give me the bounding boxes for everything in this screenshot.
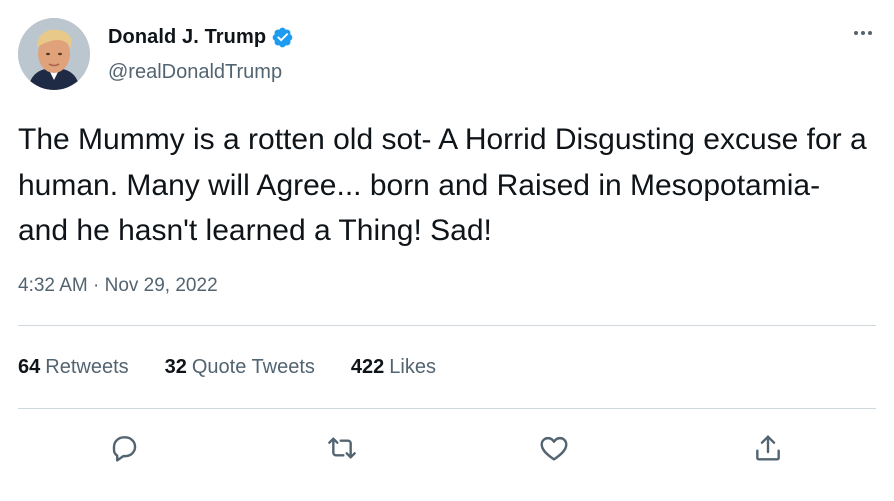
- author-handle[interactable]: @realDonaldTrump: [108, 61, 282, 84]
- quote-tweets-label: Quote Tweets: [191, 356, 315, 378]
- retweets-count: 64: [18, 356, 41, 378]
- retweets-label: Retweets: [45, 356, 129, 378]
- tweet-timestamp[interactable]: 4:32 AM · Nov 29, 2022: [18, 275, 218, 297]
- quote-tweets-stat[interactable]: 32 Quote Tweets: [165, 356, 315, 379]
- like-button[interactable]: [534, 428, 574, 468]
- likes-label: Likes: [389, 356, 436, 378]
- reply-button[interactable]: [104, 428, 144, 468]
- action-bar: [0, 428, 894, 468]
- avatar[interactable]: [18, 18, 90, 90]
- timestamp-separator: ·: [93, 275, 100, 296]
- share-icon: [756, 435, 780, 461]
- quote-tweets-count: 32: [164, 356, 187, 378]
- verified-badge-icon[interactable]: [271, 26, 294, 49]
- author-display-name[interactable]: Donald J. Trump: [108, 26, 266, 49]
- likes-count: 422: [350, 356, 385, 378]
- more-icon[interactable]: [847, 22, 879, 44]
- like-icon: [540, 436, 568, 461]
- likes-stat[interactable]: 422 Likes: [351, 356, 436, 379]
- tweet-card: Donald J. Trump @realDonaldTrump The Mum…: [0, 0, 894, 501]
- tweet-time[interactable]: 4:32 AM: [18, 275, 88, 296]
- share-button[interactable]: [748, 428, 788, 468]
- reply-icon: [112, 436, 137, 462]
- avatar-image: [18, 18, 90, 90]
- author-name-row: Donald J. Trump: [108, 26, 294, 49]
- engagement-stats: 64 Retweets 32 Quote Tweets 422 Likes: [18, 356, 472, 379]
- retweet-button[interactable]: [322, 428, 362, 468]
- retweets-stat[interactable]: 64 Retweets: [18, 356, 129, 379]
- divider: [18, 408, 876, 409]
- tweet-date[interactable]: Nov 29, 2022: [105, 275, 218, 296]
- tweet-text: The Mummy is a rotten old sot- A Horrid …: [18, 123, 867, 247]
- retweet-icon: [328, 437, 356, 459]
- divider: [18, 325, 876, 326]
